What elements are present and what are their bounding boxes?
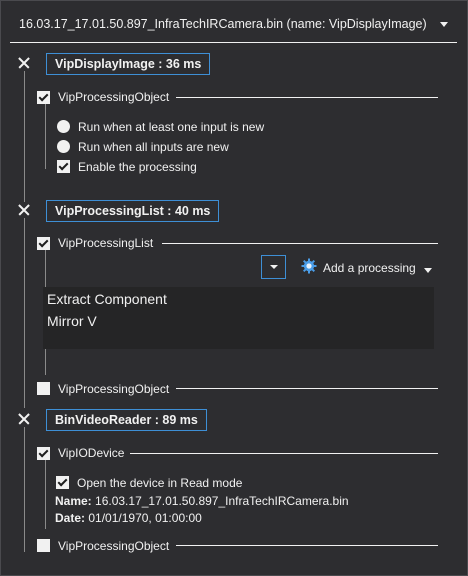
enable-processing-label: Enable the processing [78,160,197,174]
section-badge-vipdisplayimage: VipDisplayImage : 36 ms [46,53,211,75]
gear-icon[interactable] [301,258,317,274]
group-line [176,388,438,389]
close-section-icon[interactable] [18,413,30,425]
vipprocessinglist-checkbox[interactable] [37,237,50,250]
run-any-input-radio[interactable] [57,120,70,133]
object-label: VipProcessingObject [58,382,170,396]
run-all-inputs-label: Run when all inputs are new [78,140,229,154]
processing-list: Extract Component Mirror V [43,287,434,349]
processing-title: 16.03.17_17.01.50.897_InfraTechIRCamera.… [19,17,427,31]
device-date-value: 01/01/1970, 01:00:00 [88,511,202,525]
enable-processing-checkbox[interactable] [57,160,70,173]
group-line [176,97,438,98]
processing-dropdown-button[interactable] [261,255,286,279]
device-name-value: 16.03.17_17.01.50.897_InfraTechIRCamera.… [95,494,349,508]
list-item[interactable]: Extract Component [47,291,167,307]
tree-line [24,218,25,408]
device-date-row: Date: 01/01/1970, 01:00:00 [55,511,202,525]
read-mode-checkbox[interactable] [56,476,69,489]
list-label: VipProcessingList [58,236,154,250]
title-dropdown-icon[interactable] [440,22,448,27]
read-mode-label: Open the device in Read mode [77,476,243,490]
tree-line [24,427,25,552]
group-line [176,545,438,546]
close-section-icon[interactable] [18,57,30,69]
close-section-icon[interactable] [18,204,30,216]
device-date-key: Date: [55,511,86,525]
device-name-key: Name: [55,494,92,508]
group-line [162,243,438,244]
run-any-input-label: Run when at least one input is new [78,120,265,134]
device-name-row: Name: 16.03.17_17.01.50.897_InfraTechIRC… [55,494,349,508]
list-processingobject-checkbox[interactable] [37,382,50,395]
reader-processingobject-checkbox[interactable] [37,539,50,552]
tree-line [45,459,46,529]
add-processing-dropdown-icon[interactable] [424,268,432,273]
object-label: VipProcessingObject [58,90,170,104]
header-divider [10,42,457,43]
tree-line [45,103,46,169]
vipprocessingobject-checkbox[interactable] [37,91,50,104]
section-badge-vipprocessinglist: VipProcessingList : 40 ms [46,200,220,222]
run-all-inputs-radio[interactable] [57,140,70,153]
tree-line [24,71,25,202]
vipiodevice-checkbox[interactable] [37,447,50,460]
group-line [130,453,438,454]
list-item[interactable]: Mirror V [47,313,97,329]
device-label: VipIODevice [58,446,125,460]
add-processing-button[interactable]: Add a processing [323,261,416,275]
section-badge-binvideoreader: BinVideoReader : 89 ms [46,409,207,431]
object-label: VipProcessingObject [58,539,170,553]
